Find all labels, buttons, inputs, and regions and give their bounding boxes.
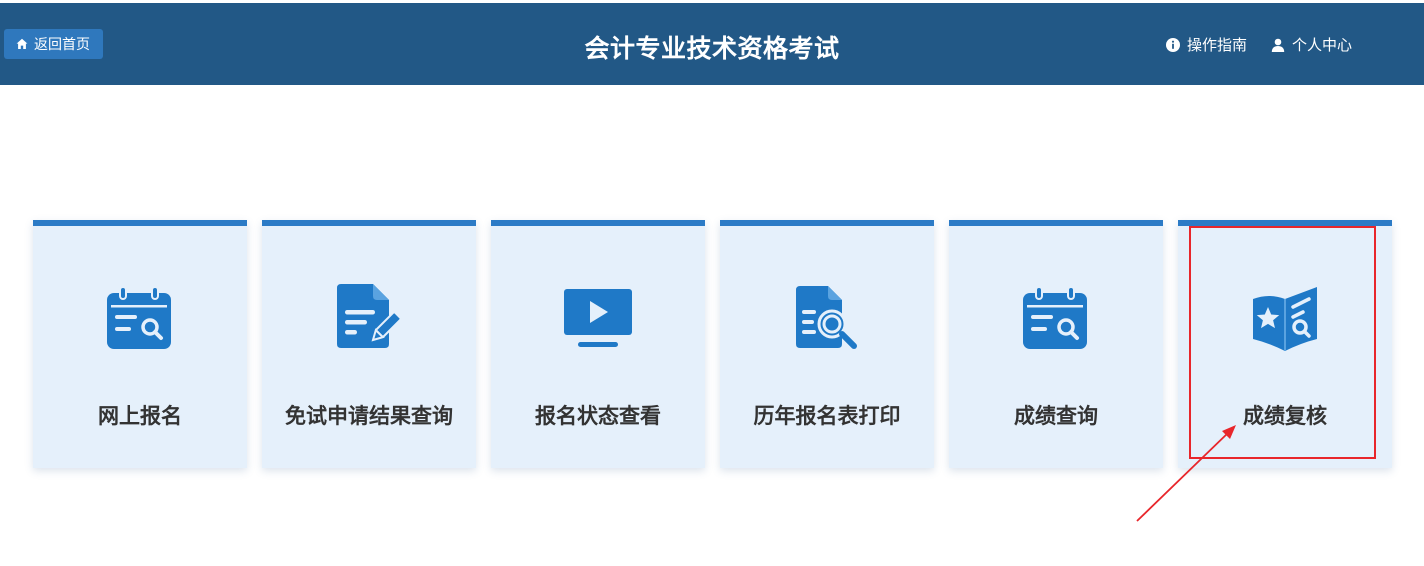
card-online-registration[interactable]: 网上报名 (33, 220, 247, 468)
card-history-form-print[interactable]: 历年报名表打印 (720, 220, 934, 468)
header-bar: 返回首页 会计专业技术资格考试 操作指南 个人中心 (0, 3, 1424, 85)
home-button-label: 返回首页 (34, 37, 90, 53)
function-cards: 网上报名 免试申请结果查询 报名状态查看 历年报名表打印 成绩查询 成绩复核 (33, 220, 1392, 468)
document-search-icon (720, 282, 934, 354)
user-center-label: 个人中心 (1291, 36, 1352, 54)
video-screen-icon (491, 282, 705, 354)
card-label: 成绩复核 (1243, 404, 1327, 428)
card-score-query[interactable]: 成绩查询 (949, 220, 1163, 468)
book-star-search-icon (1178, 282, 1392, 354)
card-exemption-result-query[interactable]: 免试申请结果查询 (262, 220, 476, 468)
card-label: 成绩查询 (1014, 404, 1098, 428)
card-score-review[interactable]: 成绩复核 (1178, 220, 1392, 468)
card-label: 报名状态查看 (535, 404, 661, 428)
home-button[interactable]: 返回首页 (4, 29, 103, 59)
card-label: 网上报名 (98, 404, 182, 428)
calendar-search-icon (949, 282, 1163, 354)
card-label: 免试申请结果查询 (285, 404, 453, 428)
card-registration-status[interactable]: 报名状态查看 (491, 220, 705, 468)
user-icon (1271, 38, 1285, 52)
page: 返回首页 会计专业技术资格考试 操作指南 个人中心 网上报名 免试申请结果查询 … (0, 0, 1424, 566)
calendar-search-icon (33, 282, 247, 354)
info-icon (1165, 37, 1180, 52)
guide-link-label: 操作指南 (1186, 36, 1247, 54)
user-center-link[interactable]: 个人中心 (1271, 34, 1352, 55)
header-links: 操作指南 个人中心 (1165, 34, 1352, 55)
document-edit-icon (262, 282, 476, 354)
home-icon (16, 38, 28, 50)
card-label: 历年报名表打印 (753, 404, 901, 428)
guide-link[interactable]: 操作指南 (1165, 34, 1247, 55)
